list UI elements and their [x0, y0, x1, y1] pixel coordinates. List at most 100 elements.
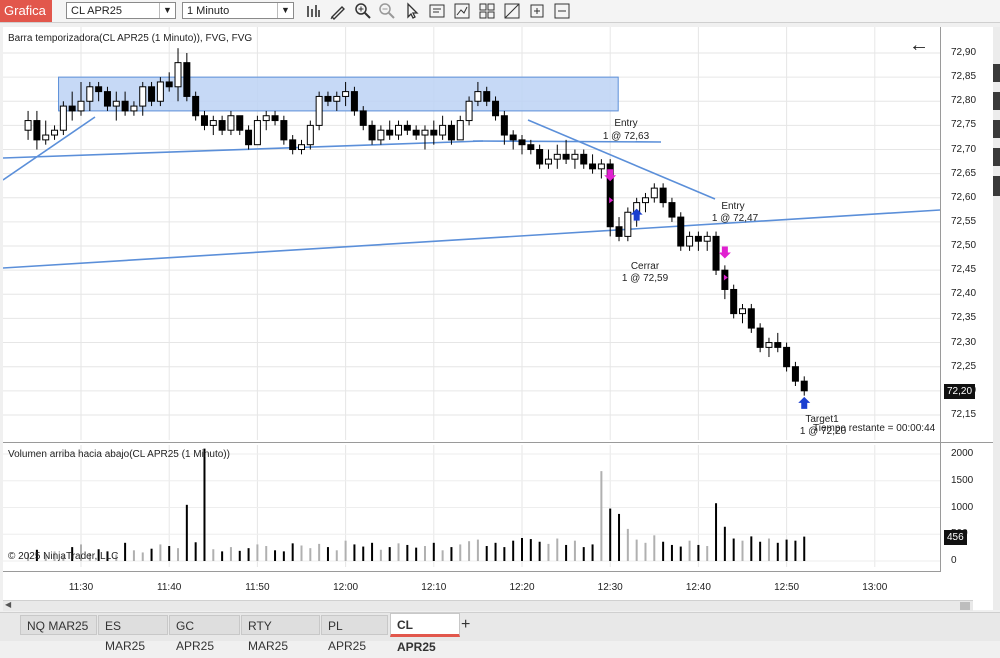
candle-body — [306, 124, 314, 146]
candle-body — [597, 163, 605, 170]
zoom-out-icon[interactable] — [378, 2, 396, 20]
time-tick-label: 13:00 — [862, 582, 888, 593]
price-tick-label: 72,45 — [951, 264, 977, 276]
instrument-value: CL APR25 — [71, 5, 122, 17]
candle-body — [571, 153, 579, 160]
candle-body — [227, 115, 235, 131]
candle-body — [544, 158, 552, 165]
candle-body — [183, 62, 191, 97]
scroll-left-icon[interactable]: ◀ — [5, 600, 11, 609]
pointer-icon[interactable] — [403, 2, 421, 20]
candle-body — [112, 100, 120, 107]
tab-pl-apr25[interactable]: PL APR25 — [321, 615, 388, 653]
time-tick-label: 11:30 — [68, 582, 94, 593]
time-tick-label: 12:00 — [333, 582, 359, 593]
candle-body — [395, 124, 403, 136]
strategy-icon[interactable] — [453, 2, 471, 20]
time-tick-label: 11:40 — [157, 582, 182, 593]
candle-body — [236, 115, 244, 131]
chevron-down-icon: ▼ — [159, 3, 175, 18]
draw-tool-icon[interactable] — [329, 2, 347, 20]
instrument-selector[interactable]: CL APR25 ▼ — [66, 2, 176, 19]
price-tick-label: 72,80 — [951, 95, 977, 107]
candle-body — [615, 226, 623, 237]
candle-body — [483, 91, 491, 102]
candle-body — [33, 120, 41, 141]
candle-body — [368, 124, 376, 141]
side-block — [993, 148, 1000, 166]
candle-body — [553, 153, 561, 160]
entry-arrow-icon — [718, 246, 731, 259]
candle-body — [200, 115, 208, 126]
candle-body — [456, 120, 464, 141]
candle-body — [324, 95, 332, 102]
candle-body — [174, 62, 182, 88]
tab-rty-mar25[interactable]: RTY MAR25 — [241, 615, 320, 653]
volume-tick-label: 0 — [951, 555, 957, 566]
candle-body — [24, 120, 32, 131]
candle-body — [139, 86, 147, 107]
volume-tick-label: 1500 — [951, 474, 974, 486]
time-tick-label: 12:10 — [421, 582, 447, 593]
candle-body — [527, 144, 535, 151]
trendline-lower — [3, 209, 941, 269]
entry2-label: Entry — [721, 201, 745, 212]
candle-body — [377, 129, 385, 141]
tab-es-mar25[interactable]: ES MAR25 — [98, 615, 168, 653]
chart-toolbar: Grafica CL APR25 ▼ 1 Minuto ▼ — [0, 0, 1000, 23]
candle-body — [271, 115, 279, 122]
candle-body — [430, 129, 438, 136]
attach-icon[interactable] — [528, 2, 546, 20]
candle-body — [580, 153, 588, 165]
tab-gc-apr25[interactable]: GC APR25 — [169, 615, 240, 653]
candle-body — [421, 129, 429, 136]
candle-body — [589, 163, 597, 170]
bar-type-icon[interactable] — [304, 2, 322, 20]
candle-body — [403, 124, 411, 131]
candle-body — [474, 91, 482, 102]
candle-body — [51, 129, 59, 136]
template-icon[interactable] — [478, 2, 496, 20]
entry1-label: Entry — [614, 118, 638, 129]
price-tick-label: 72,85 — [951, 71, 977, 83]
add-tab-button[interactable]: + — [461, 616, 470, 634]
back-arrow-icon[interactable]: ← — [909, 35, 929, 55]
candle-body — [280, 120, 288, 141]
tab-nq-mar25[interactable]: NQ MAR25 — [20, 615, 97, 635]
side-block — [993, 64, 1000, 82]
candle-body — [342, 91, 350, 97]
candle-body — [59, 105, 67, 131]
price-tick-label: 72,15 — [951, 408, 977, 420]
candle-body — [712, 235, 720, 271]
candle-body — [412, 129, 420, 136]
time-tick-label: 12:40 — [685, 582, 711, 593]
candle-body — [359, 110, 367, 126]
interval-value: 1 Minuto — [187, 5, 230, 17]
candle-body — [315, 95, 323, 126]
copyright-label: © 2025 NinjaTrader, LLC — [8, 551, 119, 562]
horizontal-scrollbar[interactable]: ◀ — [3, 600, 973, 611]
candle-body — [121, 100, 129, 112]
target-detail: 1 @ 72,20 — [799, 426, 847, 437]
tab-cl-apr25[interactable]: CL APR25 — [390, 613, 460, 654]
target-arrow-icon — [798, 396, 811, 409]
candle-body — [686, 235, 694, 247]
candle-body — [218, 120, 226, 131]
interval-selector[interactable]: 1 Minuto ▼ — [182, 2, 294, 19]
candle-body — [791, 366, 799, 382]
properties-icon[interactable] — [428, 2, 446, 20]
zoom-in-icon[interactable] — [354, 2, 372, 20]
chart-panel[interactable]: Barra temporizadora(CL APR25 (1 Minuto))… — [3, 27, 993, 610]
candle-body — [447, 124, 455, 141]
candle-body — [641, 197, 649, 204]
chart-canvas[interactable] — [3, 27, 993, 610]
chevron-down-icon: ▼ — [277, 3, 293, 18]
candle-body — [465, 100, 473, 122]
candle-body — [439, 124, 447, 136]
share-icon[interactable] — [553, 2, 571, 20]
crosshair-icon[interactable] — [503, 2, 521, 20]
side-block — [993, 176, 1000, 196]
scroll-thumb[interactable] — [960, 602, 970, 610]
volume-panel-title: Volumen arriba hacia abajo(CL APR25 (1 M… — [8, 449, 230, 460]
candle-body — [518, 139, 526, 146]
